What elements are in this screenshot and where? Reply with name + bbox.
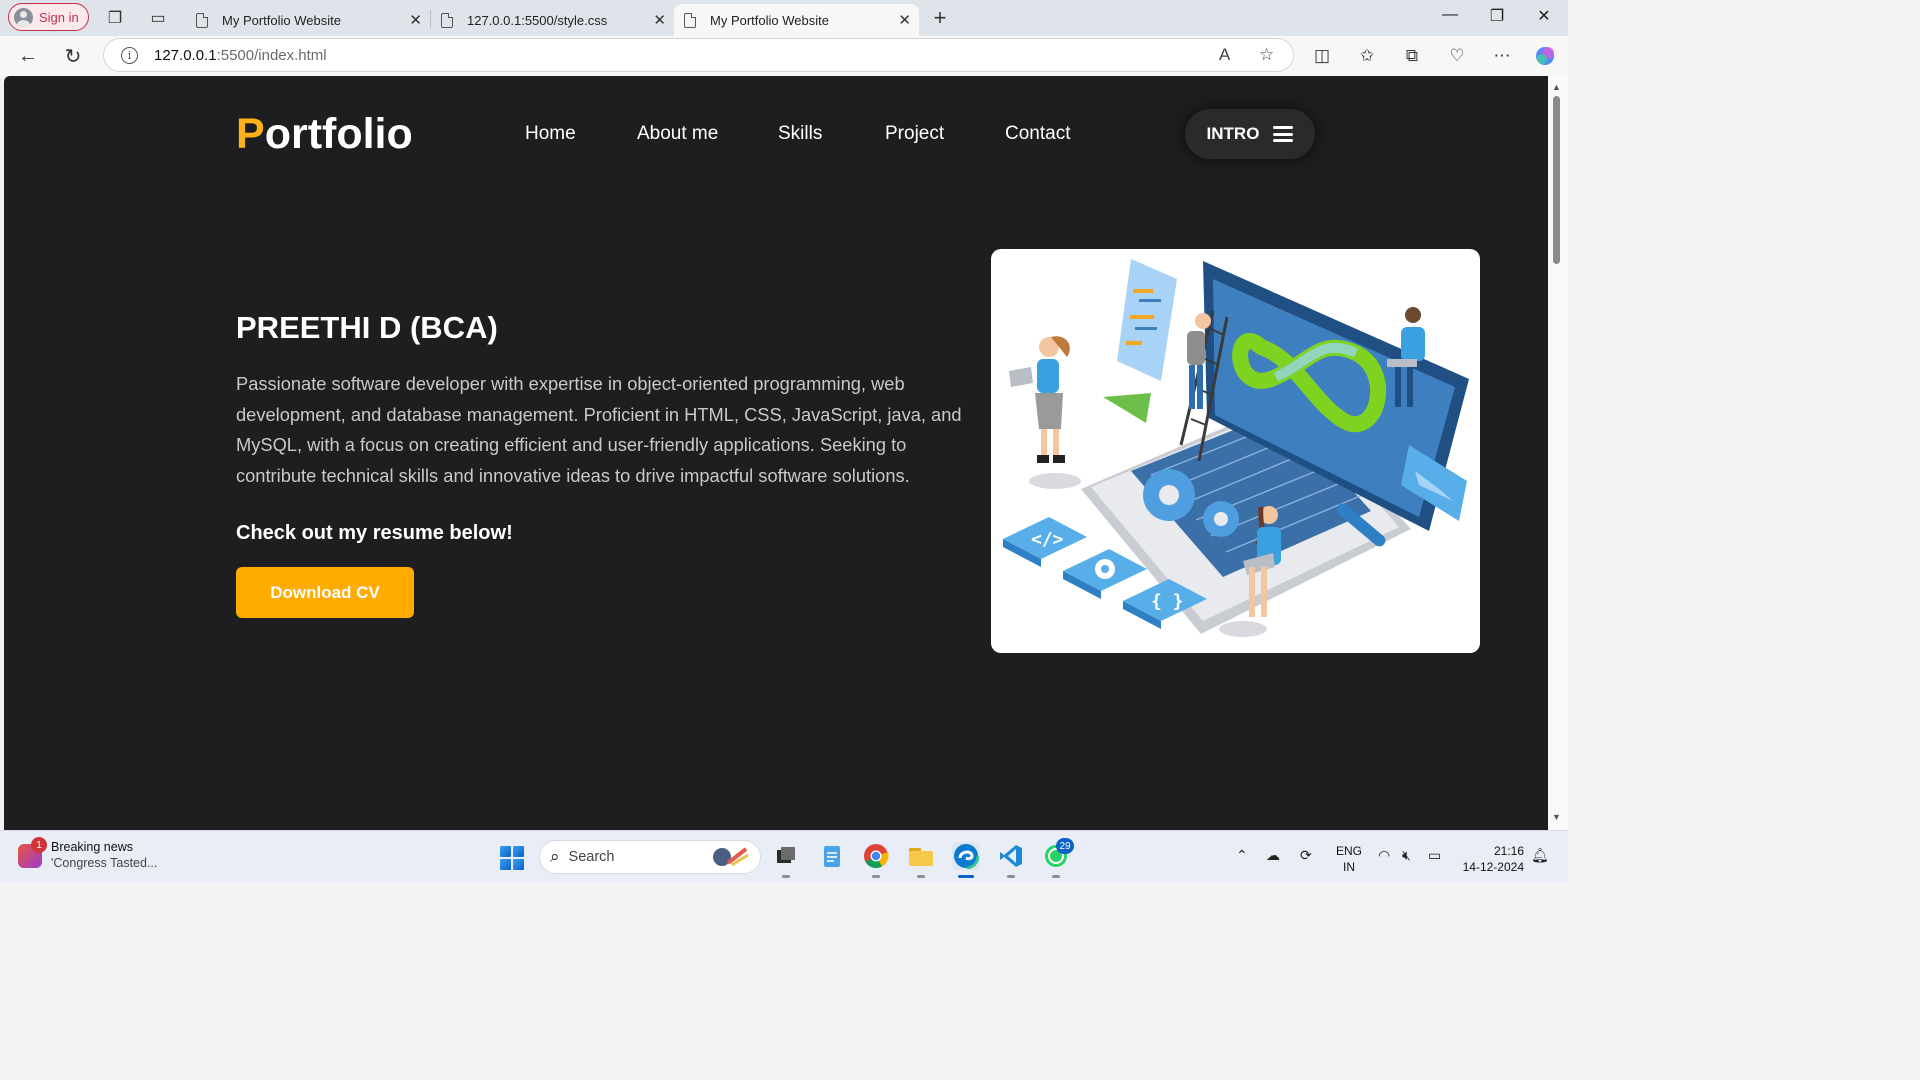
logo-rest: ortfolio [264,110,413,158]
download-cv-button[interactable]: Download CV [236,567,414,618]
show-hidden-icons-icon[interactable]: ⌃ [1236,847,1248,864]
collections-icon[interactable]: ⧉ [1400,44,1424,68]
logo-initial: P [236,110,265,158]
nav-skills[interactable]: Skills [778,123,822,145]
region-code: IN [1343,860,1355,874]
url-path: :5500/index.html [216,46,327,64]
close-window-icon[interactable]: ✕ [1529,6,1559,26]
scroll-up-icon[interactable]: ▲ [1552,82,1561,92]
news-title: Breaking news [51,840,133,854]
back-icon[interactable]: ← [14,42,42,70]
app-indicator [958,875,974,878]
onedrive-icon[interactable]: ☁ [1266,847,1280,864]
tab-portfolio-active[interactable]: My Portfolio Website ✕ [674,4,919,36]
sign-in-label: Sign in [39,9,79,25]
page-icon [684,12,696,28]
volume-muted-icon[interactable]: 🔇︎ [1402,847,1411,864]
hamburger-icon [1273,126,1294,142]
whatsapp-icon[interactable]: 29 [1042,838,1074,878]
clock-time: 21:16 [1493,844,1524,858]
new-tab-icon[interactable]: + [928,5,952,30]
wifi-icon[interactable]: ◠ [1378,847,1390,864]
notepad-icon[interactable] [818,842,846,870]
minimize-icon[interactable]: — [1435,6,1465,24]
language-indicator[interactable]: ENG IN [1336,843,1362,875]
chrome-icon[interactable] [862,842,890,878]
task-view-icon[interactable] [772,842,800,878]
page-scrollbar[interactable]: ▲ ▼ [1548,76,1568,830]
windows-start-icon[interactable] [500,846,524,870]
resume-heading: Check out my resume below! [236,522,513,544]
app-indicator [782,875,790,878]
sync-icon[interactable]: ⟳ [1300,847,1312,864]
page-icon [196,12,208,28]
tab-portfolio-1[interactable]: My Portfolio Website ✕ [186,4,430,36]
restore-icon[interactable]: ❐ [1482,6,1512,26]
page-viewport: Portfolio Home About me Skills Project C… [4,76,1548,830]
site-info-icon[interactable]: i [121,46,138,64]
taskbar-search[interactable]: ⌕ Search [539,840,761,874]
read-aloud-icon[interactable]: A [1219,45,1230,65]
close-tab-icon[interactable]: ✕ [653,11,666,29]
browser-essentials-icon[interactable]: ♡ [1445,44,1469,68]
nav-about[interactable]: About me [637,123,718,145]
search-icon: ⌕ [550,847,560,866]
battery-icon[interactable]: ▭ [1428,847,1441,864]
svg-text:{ }: { } [1151,591,1184,612]
sign-in-button[interactable]: Sign in [8,3,89,31]
hero-illustration: </> { } [991,249,1480,653]
tab-title: My Portfolio Website [222,12,341,28]
windows-taskbar: 1 Breaking news 'Congress Tasted... ⌕ Se… [0,830,1568,882]
news-widget[interactable]: 1 Breaking news 'Congress Tasted... [18,837,158,870]
page-icon [441,12,453,28]
address-toolbar: ← ↻ i 127.0.0.1:5500/index.html A ☆ ◫ ✩ … [0,36,1568,76]
app-indicator [917,875,925,878]
tab-actions-icon[interactable]: ▭ [146,6,170,30]
search-label: Search [568,849,615,865]
favorite-star-icon[interactable]: ☆ [1259,45,1274,65]
profile-bio: Passionate software developer with exper… [236,373,962,487]
intro-menu-button[interactable]: INTRO [1185,109,1315,159]
profile-icon [14,7,33,27]
vscode-icon[interactable] [997,842,1025,878]
profile-name: PREETHI D (BCA) [236,310,498,345]
nav-home[interactable]: Home [525,123,576,145]
news-badge: 1 [31,837,47,853]
split-screen-icon[interactable]: ◫ [1310,44,1334,68]
copilot-icon[interactable] [1533,44,1557,68]
workspaces-icon[interactable]: ❐ [103,6,127,30]
tab-style-css[interactable]: 127.0.0.1:5500/style.css ✕ [431,4,674,36]
tab-title: 127.0.0.1:5500/style.css [467,12,608,28]
favorites-icon[interactable]: ✩ [1355,44,1379,68]
close-tab-icon[interactable]: ✕ [409,11,422,29]
tab-title: My Portfolio Website [710,12,829,28]
nav-contact[interactable]: Contact [1005,123,1070,145]
scroll-down-icon[interactable]: ▼ [1552,812,1561,822]
url-host: 127.0.0.1 [154,46,217,64]
clock-date: 14-12-2024 [1462,860,1524,874]
app-indicator [1007,875,1015,878]
news-icon: 1 [18,837,47,868]
file-explorer-icon[interactable] [907,842,935,878]
notifications-bell-icon[interactable]: 🔔︎ [1531,847,1549,864]
system-clock[interactable]: 21:16 14-12-2024 [1460,843,1524,875]
close-tab-icon[interactable]: ✕ [898,11,911,29]
intro-label: INTRO [1206,124,1260,143]
svg-text:</>: </> [1031,529,1064,550]
scrollbar-thumb[interactable] [1553,96,1560,264]
edge-icon[interactable] [952,842,980,878]
search-highlight-icon [713,847,749,867]
site-logo[interactable]: Portfolio [236,110,413,159]
more-options-icon[interactable]: ⋯ [1490,44,1514,68]
tab-strip: Sign in ❐ ▭ My Portfolio Website ✕ 127.0… [0,0,1568,36]
app-indicator [872,875,880,878]
whatsapp-badge: 29 [1056,838,1074,854]
news-subtitle: 'Congress Tasted... [51,856,158,870]
address-bar[interactable]: i 127.0.0.1:5500/index.html A ☆ [103,38,1294,72]
app-indicator [1052,875,1060,878]
language-code: ENG [1336,844,1363,858]
nav-project[interactable]: Project [885,123,944,145]
refresh-icon[interactable]: ↻ [59,42,87,70]
